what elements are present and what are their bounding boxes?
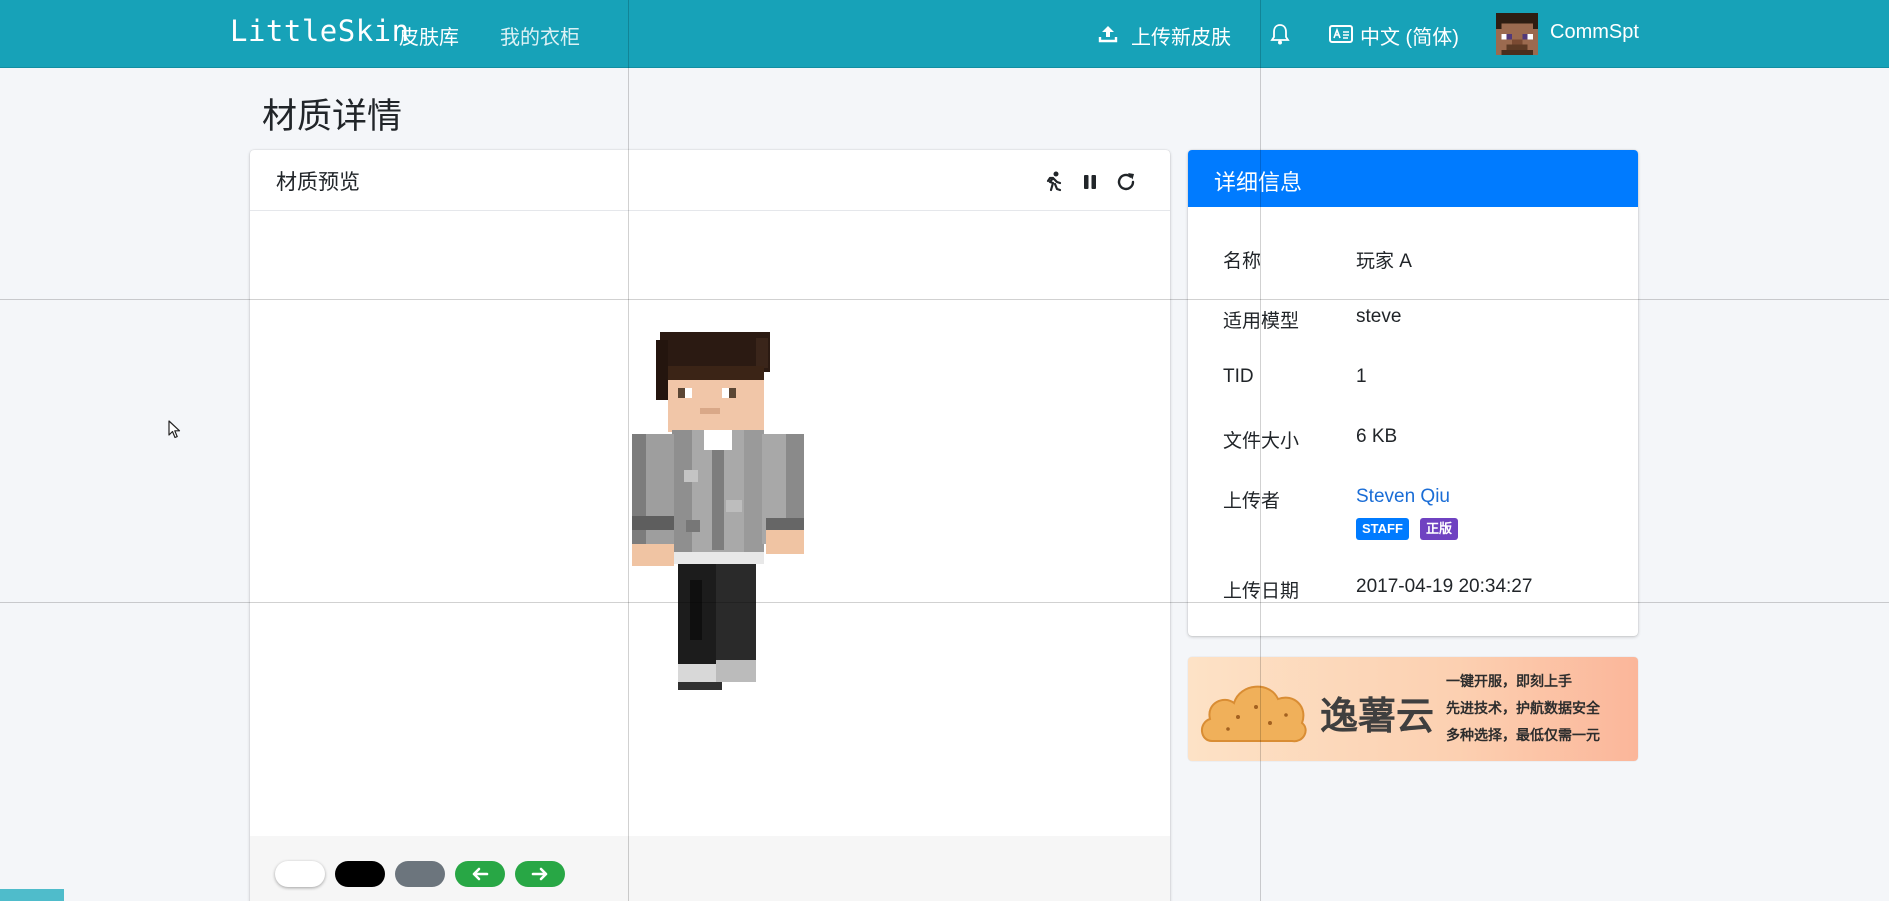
previous-button[interactable] (455, 861, 505, 887)
navbar: LittleSkin 皮肤库 我的衣柜 上传新皮肤 中文 (简体) CommSp… (0, 0, 1889, 68)
ad-line-1: 一键开服，即刻上手 (1446, 673, 1572, 689)
nav-my-closet[interactable]: 我的衣柜 (500, 21, 580, 50)
detail-card-header: 详细信息 (1188, 150, 1638, 207)
reset-icon[interactable] (1114, 170, 1138, 194)
language-icon (1329, 25, 1353, 43)
detail-value-model: steve (1356, 306, 1402, 327)
username: CommSpt (1550, 21, 1639, 43)
detail-value-date: 2017-04-19 20:34:27 (1356, 576, 1533, 597)
detail-label-tid: TID (1223, 366, 1254, 387)
ad-banner[interactable]: 逸薯云 一键开服，即刻上手 先进技术，护航数据安全 多种选择，最低仅需一元 (1188, 657, 1638, 761)
detail-label-model: 适用模型 (1223, 311, 1300, 332)
uploader-link[interactable]: Steven Qiu (1356, 486, 1450, 508)
arrow-right-icon (531, 867, 548, 881)
ad-brand-name: 逸薯云 (1320, 696, 1435, 738)
detail-value-size: 6 KB (1356, 426, 1398, 447)
upload-icon (1098, 26, 1118, 43)
detail-card: 详细信息 名称 玩家 A 适用模型 steve TID 1 文件大小 6 KB … (1188, 150, 1638, 636)
next-button[interactable] (515, 861, 565, 887)
running-icon[interactable] (1042, 170, 1066, 194)
upload-skin-link[interactable]: 上传新皮肤 (1097, 21, 1237, 49)
language-label: 中文 (简体) (1360, 27, 1459, 49)
guide-line-horizontal (0, 299, 1889, 300)
preview-card-title: 材质预览 (276, 171, 360, 194)
detail-label-name: 名称 (1223, 251, 1262, 272)
detail-label-size: 文件大小 (1223, 431, 1300, 452)
bell-icon[interactable] (1270, 23, 1290, 45)
brand-logo[interactable]: LittleSkin (230, 14, 410, 48)
page-title: 材质详情 (262, 97, 403, 136)
background-black-button[interactable] (335, 861, 385, 887)
guide-line-horizontal (0, 602, 1889, 603)
ad-line-3: 多种选择，最低仅需一元 (1446, 727, 1600, 743)
skin-model-preview (632, 332, 804, 690)
arrow-left-icon (472, 867, 489, 881)
upload-skin-label: 上传新皮肤 (1131, 27, 1231, 49)
guide-line-vertical (628, 0, 629, 901)
mouse-cursor-icon (168, 420, 181, 439)
background-white-button[interactable] (275, 861, 325, 887)
pause-icon[interactable] (1078, 170, 1102, 194)
avatar (1496, 13, 1538, 55)
detail-label-uploader: 上传者 (1223, 491, 1281, 512)
guide-line-vertical (1260, 0, 1261, 901)
user-menu[interactable]: CommSpt (1496, 13, 1641, 55)
background-gray-button[interactable] (395, 861, 445, 887)
preview-card-footer (250, 836, 1170, 901)
preview-card: 材质预览 (250, 150, 1170, 901)
nav-skin-library[interactable]: 皮肤库 (399, 21, 459, 50)
bottom-corner-tab[interactable] (0, 889, 64, 901)
verified-badge: 正版 (1420, 518, 1459, 540)
detail-label-date: 上传日期 (1223, 581, 1300, 602)
ad-line-2: 先进技术，护航数据安全 (1446, 700, 1600, 716)
language-selector[interactable]: 中文 (简体) (1329, 21, 1479, 49)
detail-card-title: 详细信息 (1214, 170, 1303, 195)
detail-value-tid: 1 (1356, 366, 1367, 387)
staff-badge: STAFF (1356, 518, 1409, 540)
preview-card-header: 材质预览 (250, 150, 1170, 211)
potato-cloud-logo (1201, 685, 1307, 743)
detail-value-name: 玩家 A (1356, 251, 1412, 272)
